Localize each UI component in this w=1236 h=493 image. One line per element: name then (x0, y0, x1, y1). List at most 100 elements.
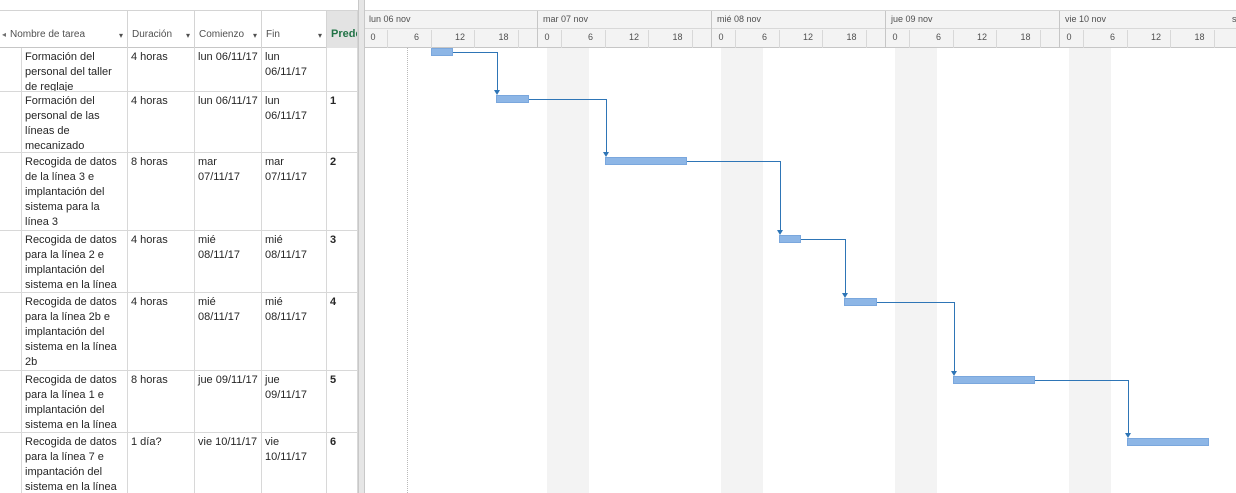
duration-cell[interactable]: 8 horas (128, 153, 195, 230)
start-cell[interactable]: lun 06/11/17 (195, 48, 262, 91)
gantt-top-strip (365, 0, 1236, 11)
task-table: ◂ Nombre de tarea ▾ Duración ▾ Comienzo … (0, 0, 358, 493)
task-row[interactable]: Recogida de datos para la línea 2b e imp… (0, 293, 358, 371)
end-cell[interactable]: jue 09/11/17 (262, 371, 327, 432)
column-header-duration[interactable]: Duración ▾ (128, 11, 195, 48)
row-header[interactable] (0, 293, 22, 370)
dependency-link[interactable] (780, 161, 781, 231)
timescale-hour-label: 6 (935, 32, 941, 42)
end-cell[interactable]: mié 08/11/17 (262, 231, 327, 292)
column-header-predecessors[interactable]: Prede (327, 11, 358, 48)
task-name-cell[interactable]: Recogida de datos para la línea 1 e impl… (22, 371, 128, 432)
end-cell[interactable]: mié 08/11/17 (262, 293, 327, 370)
timescale-hour-label: 0 (370, 32, 376, 42)
dependency-link[interactable] (528, 99, 607, 100)
duration-cell[interactable]: 4 horas (128, 293, 195, 370)
duration-cell[interactable]: 4 horas (128, 48, 195, 91)
timescale-hour-tick (996, 30, 997, 48)
task-row[interactable]: Formación del personal del taller de reg… (0, 48, 358, 92)
task-bar[interactable] (1127, 438, 1209, 446)
row-header[interactable] (0, 433, 22, 493)
predecessors-cell[interactable]: 2 (327, 153, 358, 230)
duration-cell[interactable]: 4 horas (128, 92, 195, 152)
row-header[interactable] (0, 48, 22, 91)
task-row[interactable]: Recogida de datos de la línea 3 e implan… (0, 153, 358, 231)
predecessors-cell[interactable]: 6 (327, 433, 358, 493)
view-splitter[interactable] (358, 0, 365, 493)
task-row[interactable]: Recogida de datos para la línea 7 e impa… (0, 433, 358, 493)
row-header[interactable] (0, 153, 22, 230)
task-row[interactable]: Recogida de datos para la línea 2 e impl… (0, 231, 358, 293)
task-bar[interactable] (431, 48, 453, 56)
duration-cell[interactable]: 1 día? (128, 433, 195, 493)
chevron-down-icon[interactable]: ▾ (253, 31, 257, 40)
task-name-cell[interactable]: Formación del personal del taller de reg… (22, 48, 128, 91)
task-row[interactable]: Recogida de datos para la línea 1 e impl… (0, 371, 358, 433)
timescale-hour-label: 18 (498, 32, 509, 42)
chevron-down-icon[interactable]: ▾ (186, 31, 190, 40)
task-bar[interactable] (496, 95, 529, 103)
timescale-hour-tick (561, 30, 562, 48)
timescale-hour-tick (735, 30, 736, 48)
task-name-cell[interactable]: Recogida de datos para la línea 7 e impa… (22, 433, 128, 493)
predecessors-cell[interactable]: 4 (327, 293, 358, 370)
timescale-hour-tick (822, 30, 823, 48)
dependency-link[interactable] (954, 302, 955, 372)
row-header[interactable] (0, 231, 22, 292)
dependency-link[interactable] (800, 239, 847, 240)
start-cell[interactable]: mié 08/11/17 (195, 231, 262, 292)
task-name-cell[interactable]: Recogida de datos para la línea 2 e impl… (22, 231, 128, 292)
timescale-hour-label: 0 (1066, 32, 1072, 42)
task-row[interactable]: Formación del personal de las líneas de … (0, 92, 358, 153)
column-header-end[interactable]: Fin ▾ (262, 11, 327, 48)
dependency-link[interactable] (497, 52, 499, 91)
column-header-label: Duración (132, 29, 173, 40)
column-header-start[interactable]: Comienzo ▾ (195, 11, 262, 48)
end-cell[interactable]: lun 06/11/17 (262, 92, 327, 152)
start-cell[interactable]: lun 06/11/17 (195, 92, 262, 152)
end-cell[interactable]: mar 07/11/17 (262, 153, 327, 230)
dependency-link[interactable] (876, 302, 955, 303)
dependency-link[interactable] (452, 52, 499, 53)
end-cell[interactable]: lun 06/11/17 (262, 48, 327, 91)
timescale-hour-tick (865, 30, 867, 48)
timescale-hour-tick (474, 30, 475, 48)
predecessors-cell[interactable]: 3 (327, 231, 358, 292)
arrowhead-icon (603, 152, 609, 157)
start-cell[interactable]: vie 10/11/17 (195, 433, 262, 493)
task-bar[interactable] (605, 157, 687, 165)
gantt-chart[interactable]: s lun 06 nov 0 6 12 18 mar 07 nov 0 6 12 18 mié 08… (365, 0, 1236, 493)
task-name-cell[interactable]: Recogida de datos de la línea 3 e implan… (22, 153, 128, 230)
task-bar[interactable] (779, 235, 801, 243)
nonworking-time-shade (547, 48, 589, 493)
timescale-day-separator (711, 11, 712, 48)
timescale-header[interactable]: s lun 06 nov 0 6 12 18 mar 07 nov 0 6 12 18 mié 08… (365, 11, 1236, 48)
chevron-down-icon[interactable]: ▾ (119, 31, 123, 40)
timescale-hour-label: 0 (544, 32, 550, 42)
predecessors-cell[interactable]: 1 (327, 92, 358, 152)
timescale-hour-tick (1039, 30, 1041, 48)
timescale-hour-label: 18 (672, 32, 683, 42)
duration-cell[interactable]: 4 horas (128, 231, 195, 292)
dependency-link[interactable] (845, 239, 847, 294)
row-header[interactable] (0, 371, 22, 432)
timescale-hour-label: 12 (802, 32, 813, 42)
chevron-down-icon[interactable]: ▾ (318, 31, 322, 40)
dependency-link[interactable] (606, 99, 607, 153)
start-cell[interactable]: mié 08/11/17 (195, 293, 262, 370)
predecessors-cell[interactable] (327, 48, 358, 91)
task-name-cell[interactable]: Recogida de datos para la línea 2b e imp… (22, 293, 128, 370)
start-cell[interactable]: mar 07/11/17 (195, 153, 262, 230)
row-header[interactable] (0, 92, 22, 152)
predecessors-cell[interactable]: 5 (327, 371, 358, 432)
start-cell[interactable]: jue 09/11/17 (195, 371, 262, 432)
dependency-link[interactable] (1034, 380, 1129, 381)
duration-cell[interactable]: 8 horas (128, 371, 195, 432)
end-cell[interactable]: vie 10/11/17 (262, 433, 327, 493)
task-bar[interactable] (844, 298, 877, 306)
task-bar[interactable] (953, 376, 1035, 384)
task-name-cell[interactable]: Formación del personal de las líneas de … (22, 92, 128, 152)
dependency-link[interactable] (686, 161, 781, 162)
column-header-task-name[interactable]: Nombre de tarea ▾ (0, 11, 128, 48)
dependency-link[interactable] (1128, 380, 1129, 434)
